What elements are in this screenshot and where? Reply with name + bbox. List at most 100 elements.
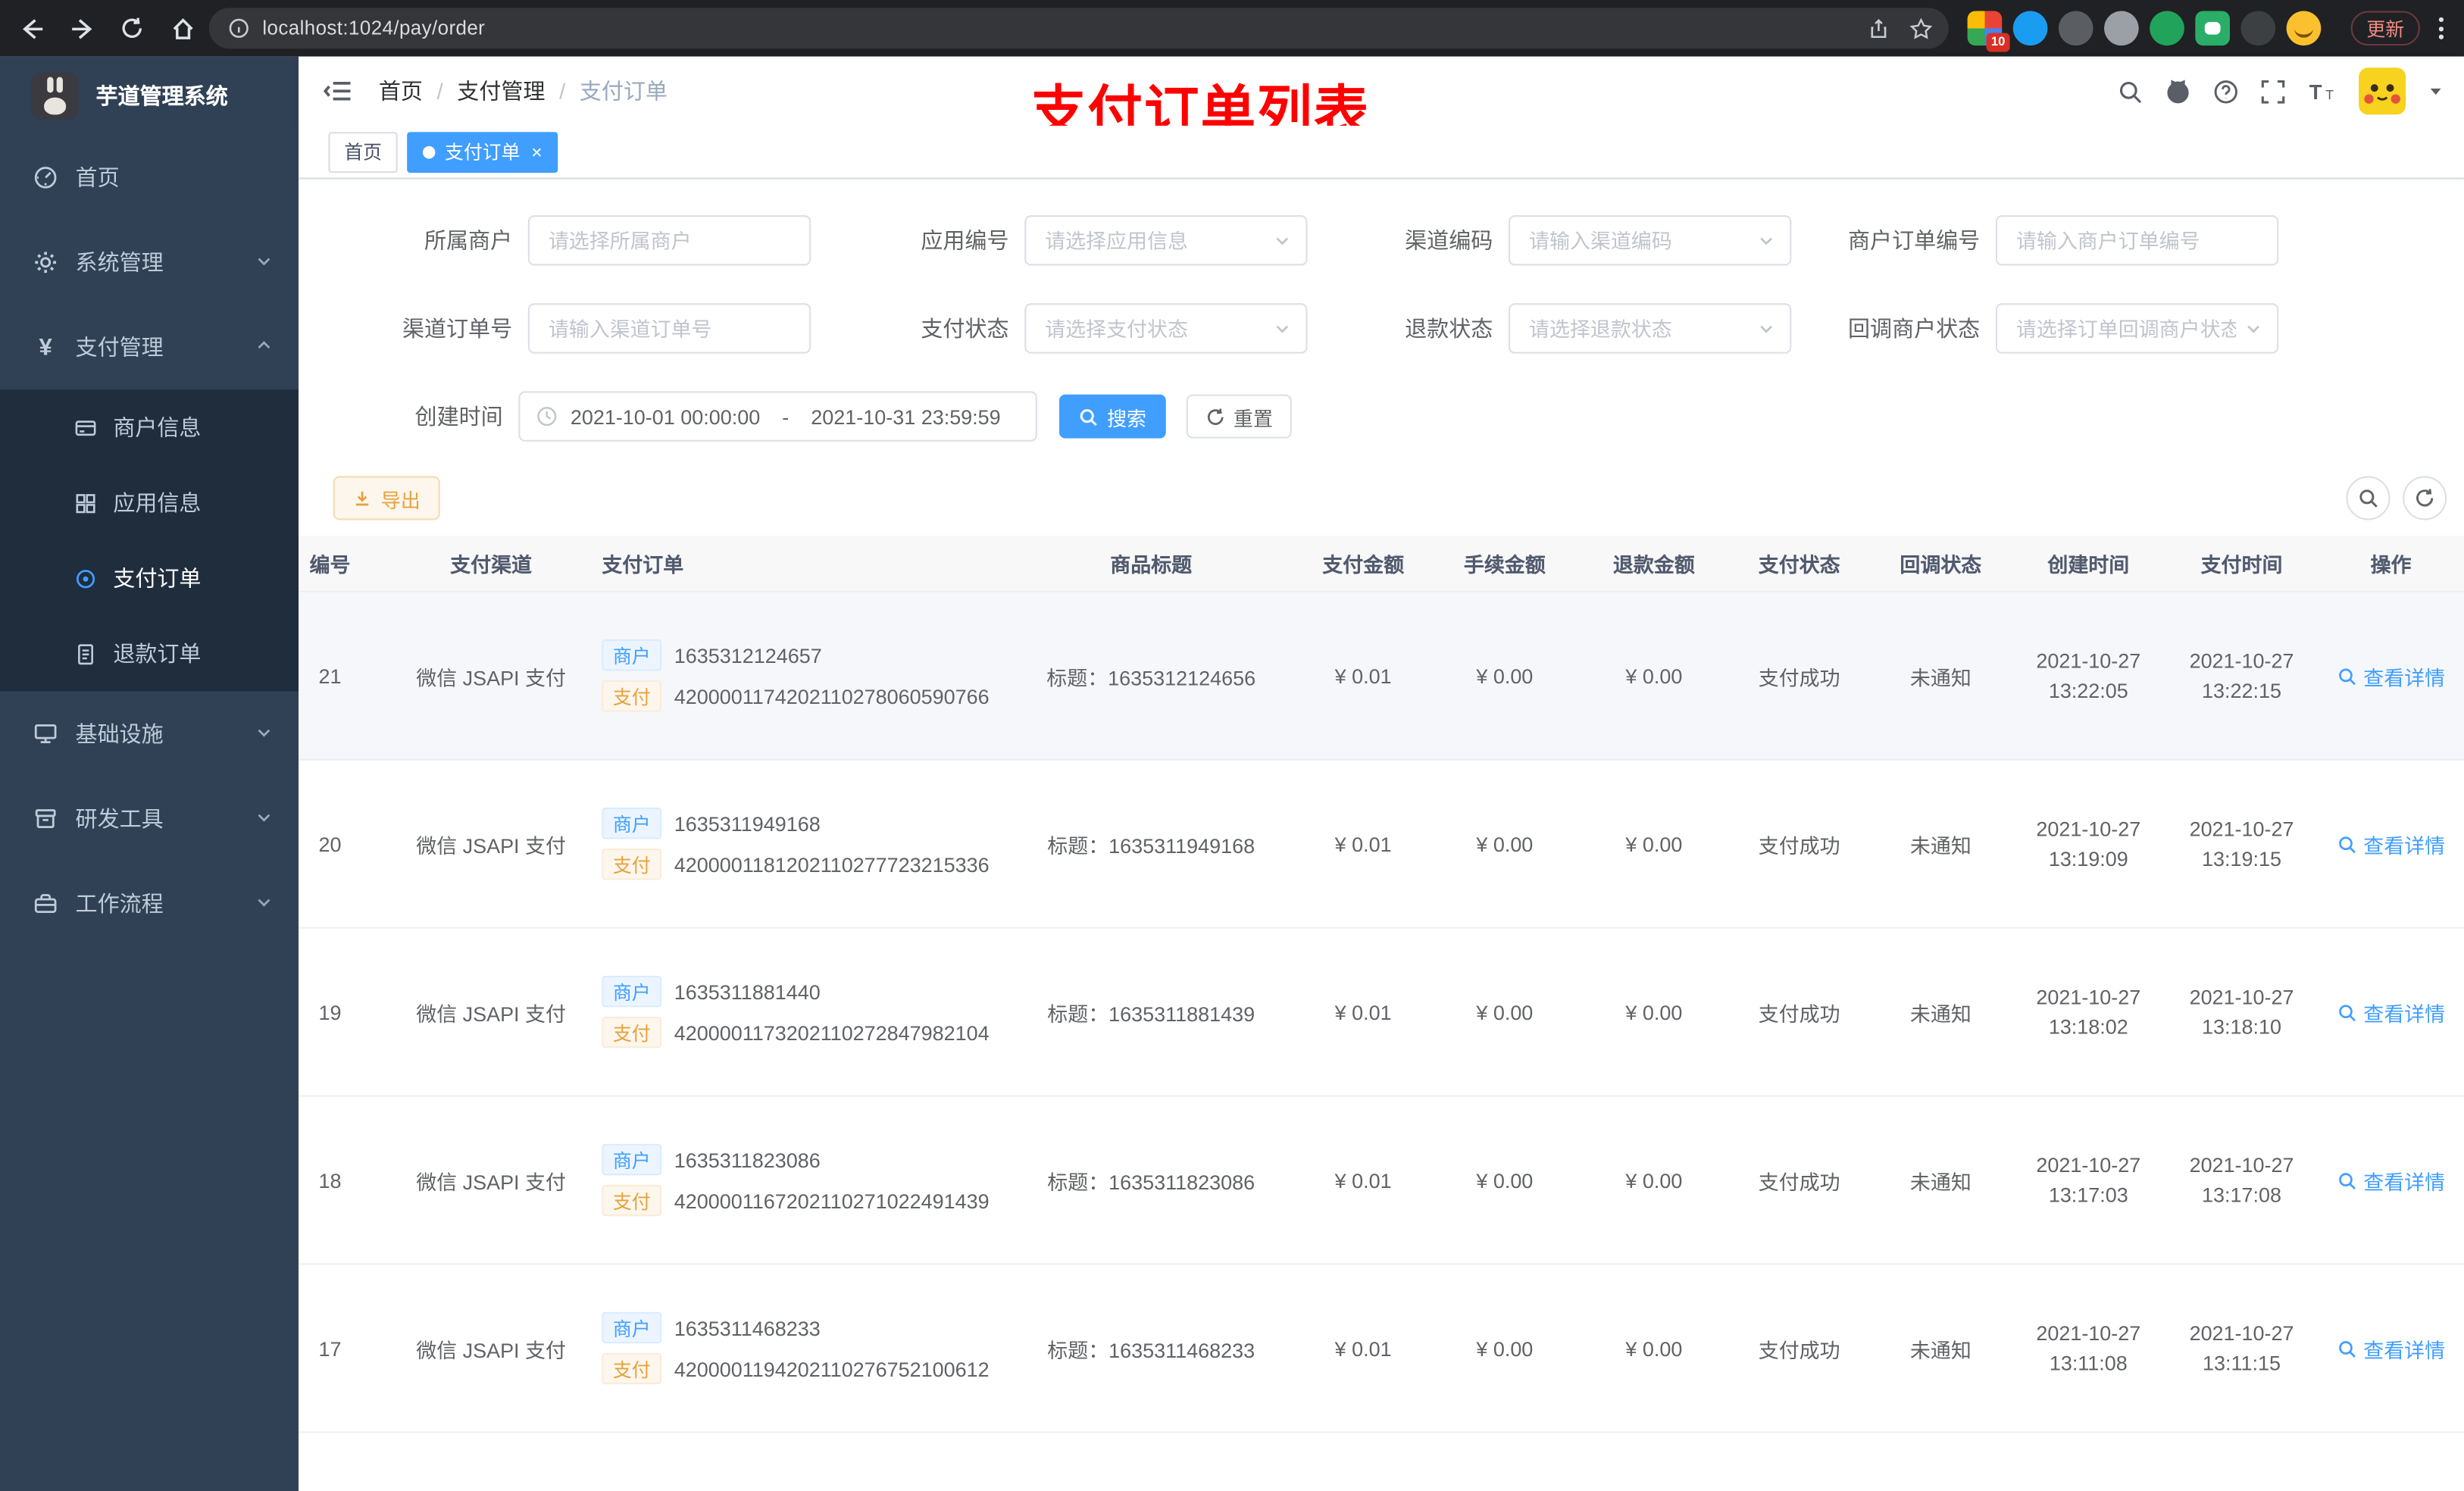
extension-blue-icon[interactable] [2012,11,2048,46]
cell-fee: ¥ 0.00 [1476,1336,1534,1361]
browser-menu-icon[interactable] [2426,13,2454,44]
table-row[interactable]: 18 微信 JSAPI 支付 商户 1635311823086 支付 42000… [299,1096,2464,1265]
sidebar-item-workflow[interactable]: 工作流程 [0,861,299,946]
extension-colorful-icon[interactable]: 10 [1967,11,2010,52]
filter-label-create-time: 创建时间 [414,404,503,430]
view-detail-link[interactable]: 查看详情 [2337,1165,2445,1195]
tab-pay-order[interactable]: 支付订单 × [407,131,558,173]
github-icon[interactable] [2164,77,2192,105]
cell-refund: ¥ 0.00 [1625,1168,1683,1192]
cell-pay-time: 2021-10-27 13:18:10 [2189,985,2294,1039]
tab-close-icon[interactable]: × [531,142,543,161]
pay-tag: 支付 [602,848,662,880]
help-icon[interactable] [2212,78,2239,105]
sidebar-item-pay[interactable]: ¥ 支付管理 [0,305,299,389]
filter-label-channel-code: 渠道编码 [1405,227,1493,253]
toggle-search-icon[interactable] [2346,476,2391,520]
merchant-tag: 商户 [602,1143,662,1176]
reset-button[interactable]: 重置 [1186,394,1292,439]
font-size-icon[interactable]: TT [2307,78,2338,105]
profile-avatar-icon[interactable] [2286,11,2322,46]
cell-title: 标题：1635311949168 [1047,833,1255,858]
filter-label-refund-status: 退款状态 [1405,315,1493,342]
filter-label-merchant-order-no: 商户订单编号 [1848,227,1981,253]
cell-fee: ¥ 0.00 [1476,1000,1534,1024]
extension-gray-icon[interactable] [2104,11,2139,46]
chevron-down-icon [255,721,274,746]
merchant-order-no: 1635311881440 [674,980,821,1004]
export-button[interactable]: 导出 [333,476,440,520]
table-row[interactable]: 19 微信 JSAPI 支付 商户 1635311881440 支付 42000… [299,928,2464,1097]
app-logo[interactable]: 芋道管理系统 [0,57,299,136]
cell-title: 标题：1635311823086 [1047,1170,1255,1194]
cell-id: 18 [318,1168,342,1192]
url-text: localhost:1024/pay/order [262,17,486,39]
pay-order-no: 4200001167202110271022491439 [674,1188,990,1213]
merchant-tag: 商户 [602,975,662,1008]
site-info-icon[interactable] [228,17,250,39]
address-bar[interactable]: localhost:1024/pay/order [208,8,1949,49]
search-icon[interactable] [2117,78,2143,105]
breadcrumb-pay[interactable]: 支付管理 [457,76,545,107]
cell-action: 查看详情 [2318,592,2464,759]
merchant-order-no-input[interactable] [1995,215,2279,266]
orders-table: 编号 支付渠道 支付订单 商品标题 支付金额 手续金额 退款金额 支付状态 回调状态 创建时间 支付… [299,536,2464,1491]
home-icon[interactable] [161,6,205,50]
cell-notify: 未通知 [1909,1337,1972,1362]
user-avatar[interactable] [2359,67,2406,115]
chevron-down-icon [255,250,274,275]
extension-chat-icon[interactable] [2195,11,2230,46]
sidebar-item-refund-order[interactable]: 退款订单 [0,616,299,692]
view-detail-link[interactable]: 查看详情 [2337,1333,2445,1363]
share-icon[interactable] [1867,17,1890,40]
app-title: 芋道管理系统 [95,83,228,109]
sidebar-item-system[interactable]: 系统管理 [0,220,299,305]
notify-status-select[interactable] [1995,303,2279,354]
pay-tag: 支付 [602,1184,662,1217]
pay-order-no: 4200001194202110276752100612 [674,1356,990,1380]
pay-submenu: 商户信息 应用信息 支付订单 退款订单 [0,389,299,692]
sidebar-toggle-icon[interactable] [322,76,353,107]
cell-notify: 未通知 [1909,1170,1972,1194]
view-detail-link[interactable]: 查看详情 [2337,829,2445,858]
sidebar-item-home[interactable]: 首页 [0,135,299,220]
cell-create-time: 2021-10-27 13:19:09 [2036,817,2141,871]
cell-amount: ¥ 0.01 [1334,832,1392,856]
breadcrumb-home[interactable]: 首页 [379,76,423,107]
sidebar-item-infra[interactable]: 基础设施 [0,692,299,777]
view-detail-link[interactable]: 查看详情 [2337,997,2445,1027]
cell-id: 21 [318,664,342,688]
view-detail-link[interactable]: 查看详情 [2337,661,2445,690]
cell-amount: ¥ 0.01 [1334,664,1392,688]
tab-home[interactable]: 首页 [328,131,398,173]
cell-status: 支付成功 [1758,1002,1840,1026]
bookmark-star-icon[interactable] [1909,17,1933,40]
cell-action: 查看详情 [2318,929,2464,1096]
pay-tag: 支付 [602,680,662,712]
filter-label-pay-status: 支付状态 [921,315,1009,342]
merchant-tag: 商户 [602,639,662,671]
table-row[interactable]: 17 微信 JSAPI 支付 商户 1635311468233 支付 42000… [299,1264,2464,1433]
extension-green-icon[interactable] [2150,11,2184,46]
table-row[interactable]: 20 微信 JSAPI 支付 商户 1635311949168 支付 42000… [299,760,2464,929]
merchant-select[interactable] [527,215,811,266]
extension-dark-icon[interactable] [2058,11,2093,46]
fullscreen-icon[interactable] [2259,78,2286,105]
reload-icon[interactable] [110,6,154,50]
sidebar-item-app-info[interactable]: 应用信息 [0,465,299,541]
table-row[interactable]: 21 微信 JSAPI 支付 商户 1635312124657 支付 42000… [299,592,2464,761]
browser-update-button[interactable]: 更新 [2350,11,2420,46]
sidebar-item-pay-order[interactable]: 支付订单 [0,540,299,616]
avatar-caret-icon[interactable] [2426,82,2445,101]
forward-icon[interactable] [60,6,104,50]
create-time-range-picker[interactable]: 2021-10-01 00:00:00 - 2021-10-31 23:59:5… [518,391,1037,442]
refresh-table-icon[interactable] [2403,476,2447,520]
sidebar-item-merchant-info[interactable]: 商户信息 [0,389,299,465]
extension-pin-icon[interactable] [2240,11,2276,46]
search-button[interactable]: 搜索 [1058,394,1166,439]
sidebar-item-devtools[interactable]: 研发工具 [0,777,299,861]
table-row-partial[interactable]: 商户 1635311151736 [299,1433,2464,1491]
channel-order-no-input[interactable] [527,303,811,354]
pay-tag: 支付 [602,1016,662,1049]
back-icon[interactable] [9,6,53,50]
